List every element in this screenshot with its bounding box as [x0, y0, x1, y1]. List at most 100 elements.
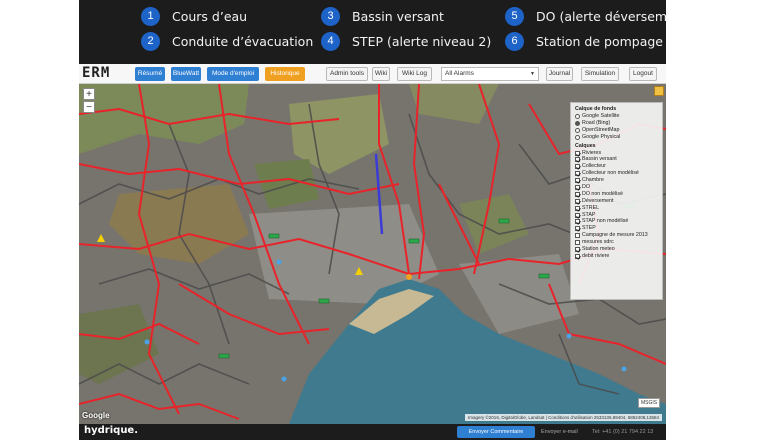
legend-label: DO (alerte déversement) — [536, 8, 666, 24]
overlay-layer-option[interactable]: STAP — [575, 212, 658, 219]
wiki-log-button[interactable]: Wiki Log — [397, 67, 432, 81]
overlay-layer-option[interactable]: Station meteo — [575, 246, 658, 253]
checkbox[interactable] — [575, 178, 580, 184]
overlay-layer-label: Déversement — [582, 197, 614, 204]
checkbox[interactable] — [575, 164, 580, 170]
checkbox[interactable] — [575, 150, 580, 156]
tab-historique[interactable]: Historique — [265, 67, 305, 81]
overlay-layer-option[interactable]: Déversement — [575, 198, 658, 205]
checkbox[interactable] — [575, 226, 580, 232]
checkbox[interactable] — [575, 157, 580, 163]
base-layer-option[interactable]: OpenStreetMap — [575, 127, 658, 134]
checkbox[interactable] — [575, 184, 580, 190]
app-logo: ERM — [82, 65, 111, 81]
tab-mode-emploi[interactable]: Mode d'emploi — [207, 67, 259, 81]
overlay-layer-option[interactable]: Collecteur non modélisé — [575, 170, 658, 177]
journal-button[interactable]: Journal — [546, 67, 573, 81]
base-layer-label: OpenStreetMap — [582, 126, 620, 133]
logout-button[interactable]: Logout — [629, 67, 657, 81]
legend-label: Bassin versant — [352, 8, 444, 24]
checkbox[interactable] — [575, 171, 580, 177]
overlay-layer-label: Campagne de mesure 2013 — [582, 232, 648, 239]
legend-item-5: 5 DO (alerte déversement) — [505, 6, 666, 26]
legend-item-6: 6 Station de pompage — [505, 31, 663, 51]
overlay-layer-label: Collecteur — [582, 163, 606, 170]
wiki-button[interactable]: Wiki — [372, 67, 390, 81]
overlay-layer-label: mesures sdrc — [582, 239, 614, 246]
overlay-layer-option[interactable]: DO — [575, 184, 658, 191]
overlay-layer-label: Collecteur non modélisé — [582, 170, 639, 177]
legend-item-4: 4 STEP (alerte niveau 2) — [321, 31, 491, 51]
radio-button[interactable] — [575, 120, 580, 126]
overlay-layer-label: Chambre — [582, 177, 604, 184]
checkbox[interactable] — [575, 219, 580, 225]
legend-number: 4 — [321, 31, 340, 51]
legend-number: 1 — [141, 6, 160, 26]
send-email-link[interactable]: Envoyer e-mail — [541, 426, 578, 438]
checkbox[interactable] — [575, 212, 580, 218]
overlay-layer-option[interactable]: debit riviere — [575, 253, 658, 260]
admin-tools-button[interactable]: Admin tools — [326, 67, 368, 81]
zoom-out-button[interactable]: − — [83, 101, 95, 113]
tab-resume[interactable]: Résumé — [135, 67, 165, 81]
app-window: 1 Cours d’eau 2 Conduite d’évacuation 3 … — [79, 0, 666, 440]
checkbox[interactable] — [575, 191, 580, 197]
legend-label: Cours d’eau — [172, 8, 248, 24]
map-view[interactable]: + − Google MSGIS Imagery ©2016, DigitalG… — [79, 84, 666, 424]
overlay-layer-option[interactable]: STEP — [575, 225, 658, 232]
radio-button[interactable] — [575, 134, 580, 140]
overlay-list: Rivieres Bassin versant Collecteur Collecte… — [575, 150, 658, 260]
checkbox[interactable] — [575, 233, 580, 239]
layers-toggle-icon[interactable] — [654, 86, 664, 96]
alarms-select[interactable]: All Alarms ▼ — [441, 67, 539, 81]
overlay-layer-option[interactable]: Bassin versant — [575, 156, 658, 163]
screenshot-stage: 1 Cours d’eau 2 Conduite d’évacuation 3 … — [0, 0, 760, 440]
footer: hydrique. Envoyer Commentaire Envoyer e-… — [79, 424, 666, 440]
overlay-layer-option[interactable]: mesures sdrc — [575, 239, 658, 246]
phone-number: Tel: +41 (0) 21 794 22 13 — [592, 429, 654, 435]
zoom-in-button[interactable]: + — [83, 88, 95, 100]
overlay-layer-option[interactable]: STREL — [575, 205, 658, 212]
overlay-layer-label: STREL — [582, 204, 600, 211]
base-layer-label: Google Satellite — [582, 113, 620, 119]
overlay-layer-option[interactable]: DO non modélisé — [575, 191, 658, 198]
checkbox[interactable] — [575, 205, 580, 211]
map-scale-control[interactable]: MSGIS — [638, 398, 660, 408]
overlay-layer-option[interactable]: Rivieres — [575, 150, 658, 157]
overlay-layer-option[interactable]: Campagne de mesure 2013 — [575, 232, 658, 239]
radio-button[interactable] — [575, 127, 580, 133]
overlay-layer-option[interactable]: Collecteur — [575, 163, 658, 170]
base-layer-label: Google Physical — [582, 133, 621, 140]
checkbox[interactable] — [575, 253, 580, 259]
toolbar: ERM Résumé BlueWatt Mode d'emploi Histor… — [79, 64, 666, 84]
base-layer-option[interactable]: Google Satellite — [575, 113, 658, 120]
attribution-text: Imagery ©2016, DigitalGlobe, Landsat | C… — [467, 415, 593, 420]
alarms-select-value: All Alarms — [445, 70, 474, 77]
legend-label: Conduite d’évacuation — [172, 33, 314, 49]
base-layer-option[interactable]: Road (Bing) — [575, 120, 658, 127]
base-layer-label: Road (Bing) — [582, 119, 611, 126]
overlay-layer-label: debit riviere — [582, 252, 610, 259]
tab-bluewatt[interactable]: BlueWatt — [171, 67, 201, 81]
simulation-button[interactable]: Simulation — [581, 67, 619, 81]
overlay-layer-label: DO non modélisé — [582, 190, 623, 197]
checkbox[interactable] — [575, 246, 580, 252]
checkbox[interactable] — [575, 240, 580, 246]
legend-item-2: 2 Conduite d’évacuation — [141, 31, 313, 51]
legend-item-3: 3 Bassin versant — [321, 6, 444, 26]
base-layer-option[interactable]: Google Physical — [575, 134, 658, 141]
overlay-layer-option[interactable]: STAP non modélisé — [575, 218, 658, 225]
send-comment-button[interactable]: Envoyer Commentaire — [457, 426, 535, 438]
legend-item-1: 1 Cours d’eau — [141, 6, 247, 26]
legend-number: 6 — [505, 31, 524, 51]
legend-label: Station de pompage — [536, 33, 663, 49]
legend-label: STEP (alerte niveau 2) — [352, 33, 492, 49]
legend-number: 3 — [321, 6, 340, 26]
overlay-layer-option[interactable]: Chambre — [575, 177, 658, 184]
overlay-layer-label: Station meteo — [582, 246, 615, 253]
overlay-layer-label: STAP — [582, 211, 596, 218]
radio-button[interactable] — [575, 113, 580, 119]
overlays-title: Calques — [575, 142, 596, 149]
overlay-layer-label: Rivieres — [582, 149, 602, 156]
checkbox[interactable] — [575, 198, 580, 204]
